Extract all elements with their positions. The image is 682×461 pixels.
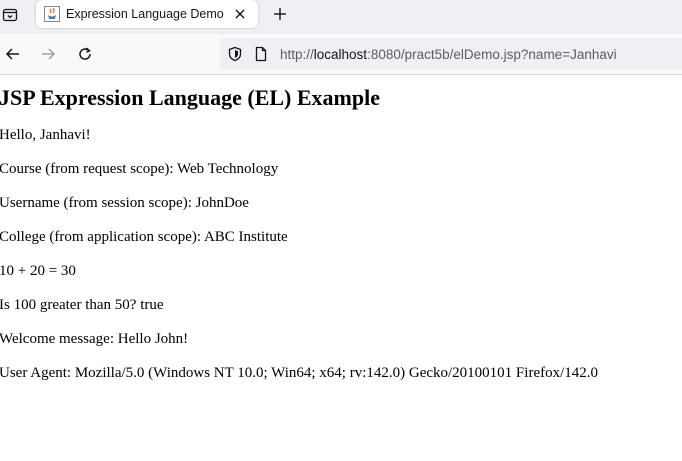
java-coffee-icon [44, 6, 60, 22]
course-line: Course (from request scope): Web Technol… [0, 161, 279, 177]
url-path: :8080/pract5b/elDemo.jsp?name=Janhavi [367, 46, 617, 62]
arithmetic-line: 10 + 20 = 30 [0, 263, 76, 279]
navigation-toolbar: http://localhost:8080/pract5b/elDemo.jsp… [0, 34, 682, 75]
page-info-icon [255, 46, 267, 62]
address-bar[interactable]: http://localhost:8080/pract5b/elDemo.jsp… [220, 38, 682, 70]
welcome-line: Welcome message: Hello John! [0, 331, 189, 347]
tab-expression-language-demo[interactable]: Expression Language Demo [36, 0, 258, 28]
browser-chrome: Expression Language Demo http://localhos… [0, 0, 682, 75]
new-tab-button[interactable] [270, 4, 290, 24]
reload-icon [79, 47, 91, 60]
tracking-shield-icon [228, 46, 242, 62]
close-tab-button[interactable] [232, 6, 248, 22]
plus-icon [274, 8, 286, 20]
user-agent-line: User Agent: Mozilla/5.0 (Windows NT 10.0… [0, 365, 599, 381]
back-button[interactable] [3, 44, 23, 64]
forward-arrow-icon [42, 48, 56, 60]
college-line: College (from application scope): ABC In… [0, 229, 288, 245]
page-info-button[interactable] [252, 45, 270, 63]
tab-list-icon [2, 8, 18, 22]
forward-button[interactable] [38, 44, 58, 64]
comparison-line: Is 100 greater than 50? true [0, 297, 164, 313]
username-line: Username (from session scope): JohnDoe [0, 195, 249, 211]
page-heading: JSP Expression Language (EL) Example [0, 85, 380, 110]
tracking-shield-button[interactable] [226, 45, 244, 63]
close-icon [235, 9, 245, 19]
tab-list-button[interactable] [0, 5, 20, 25]
tab-bar: Expression Language Demo [0, 0, 682, 34]
back-arrow-icon [5, 48, 19, 60]
tab-title: Expression Language Demo [66, 7, 224, 21]
page-content: JSP Expression Language (EL) Example Hel… [0, 85, 682, 382]
url-text[interactable]: http://localhost:8080/pract5b/elDemo.jsp… [280, 47, 617, 62]
url-scheme: http:// [280, 46, 314, 62]
greeting-line: Hello, Janhavi! [0, 127, 91, 143]
url-host: localhost [313, 46, 368, 62]
reload-button[interactable] [75, 44, 95, 64]
